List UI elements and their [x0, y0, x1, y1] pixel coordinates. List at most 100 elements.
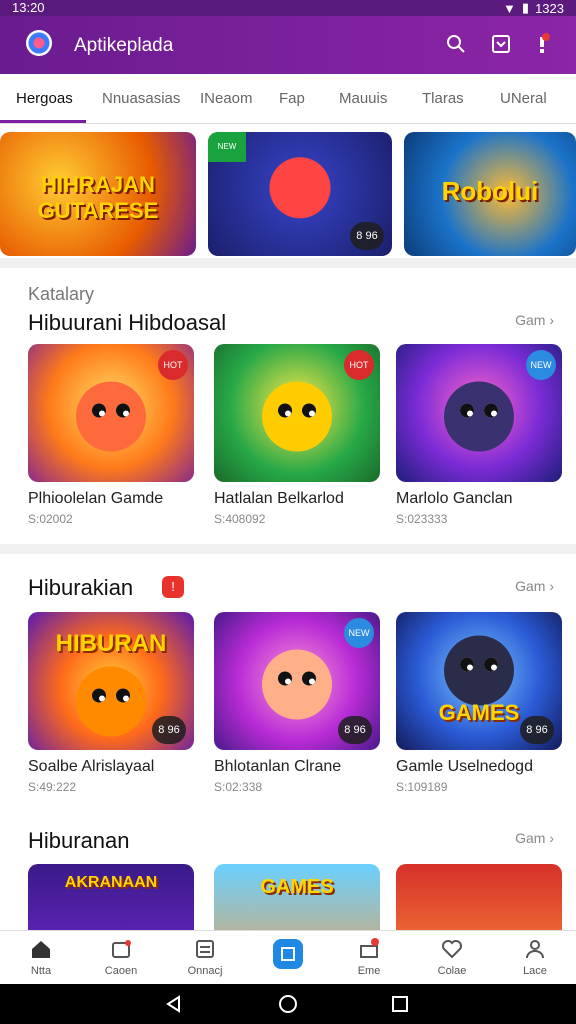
category-tabs: Hergoas Nnuasasias INeaom Fap Mauuis Tla… [0, 74, 576, 124]
game-price: S:408092 [214, 512, 266, 526]
box-icon [109, 937, 133, 961]
home-icon [29, 937, 53, 961]
heart-icon [440, 937, 464, 961]
subcategory-label: Katalary [28, 284, 95, 304]
game-thumbnail: NEW [396, 344, 562, 482]
game-card[interactable]: HOT Plhioolelan Gamde S:02002 [28, 344, 194, 526]
featured-banner[interactable]: HIHRAJAN GUTARESE [0, 132, 196, 256]
section-more-link[interactable]: Gam › [515, 312, 554, 328]
search-icon[interactable] [444, 32, 468, 56]
section-more-link[interactable]: Gam › [515, 578, 554, 594]
game-name: Soalbe Alrislayaal [28, 758, 155, 775]
game-name: Plhioolelan Gamde [28, 490, 164, 507]
game-name: Gamle Uselnedogd [396, 758, 533, 775]
new-tag: NEW [344, 618, 374, 648]
game-card[interactable]: NEW 8 96 Bhlotanlan Clrane S:02:338 [214, 612, 380, 794]
home-circle-icon[interactable] [278, 994, 298, 1014]
game-price: S:109189 [396, 780, 448, 794]
hot-badge-icon: ! [162, 576, 184, 598]
character-icon [262, 649, 332, 720]
nav-label: Eme [357, 965, 381, 977]
chevron-right-icon: › [549, 830, 554, 846]
section-title: Hibuurani Hibdoasal [28, 310, 227, 335]
notification-icon[interactable] [530, 32, 554, 56]
game-card[interactable] [396, 864, 562, 930]
status-icons: ▼ ▮ 1323 [503, 0, 564, 16]
nav-apps[interactable] [253, 937, 323, 973]
banner-title: Robolui [441, 176, 539, 206]
app-logo-icon [26, 30, 52, 56]
game-price: S:49:222 [28, 780, 77, 794]
character-icon [76, 381, 146, 452]
game-thumbnail: GAMES 8 96 [396, 612, 562, 750]
thumbnail-title: HIBURAN [55, 630, 167, 657]
status-time: 13:20 [12, 0, 45, 15]
game-price: S:023333 [396, 512, 448, 526]
back-icon[interactable] [164, 994, 184, 1014]
thumbnail-title: GAMES [260, 876, 334, 898]
game-card[interactable]: HIBURAN 8 96 Soalbe Alrislayaal S:49:222 [28, 612, 194, 794]
hot-tag: HOT [158, 350, 188, 380]
character-icon [444, 381, 514, 452]
download-box-icon[interactable] [489, 32, 513, 56]
game-card[interactable]: AKRANAAN [28, 864, 194, 930]
tab-tlaras[interactable]: Tlaras [422, 90, 464, 107]
apps-icon [273, 939, 303, 969]
tab-uneral[interactable]: UNeral [500, 90, 547, 107]
tab-mauuis[interactable]: Mauuis [339, 90, 387, 107]
bottom-navigation: Ntta Caoen Onnacj Eme Colae Lace [0, 930, 576, 984]
game-thumbnail: GAMES [214, 864, 380, 930]
section-title: Hiburanan [28, 828, 130, 853]
banner-title: HIHRAJAN GUTARESE [37, 172, 159, 223]
nav-profile[interactable]: Lace [500, 937, 570, 977]
game-card[interactable]: GAMES [214, 864, 380, 930]
nav-label: Caoen [104, 965, 138, 977]
nav-list[interactable]: Onnacj [170, 937, 240, 977]
game-card[interactable]: GAMES 8 96 Gamle Uselnedogd S:109189 [396, 612, 562, 794]
nav-label: Lace [523, 965, 547, 977]
hot-tag: HOT [344, 350, 374, 380]
game-price: S:02002 [28, 512, 73, 526]
nav-gift[interactable]: Eme [334, 937, 404, 977]
game-thumbnail: HOT [28, 344, 194, 482]
featured-banner[interactable]: Robolui [404, 132, 576, 256]
recents-icon[interactable] [390, 994, 410, 1014]
app-bar: Aptikeplada [0, 16, 576, 74]
chevron-right-icon: › [549, 312, 554, 328]
tab-nnuasasias[interactable]: Nnuasasias [102, 90, 180, 107]
active-tab-indicator [0, 120, 86, 123]
nav-home[interactable]: Ntta [6, 937, 76, 977]
nav-label: Onnacj [187, 965, 223, 977]
featured-banner-carousel: HIHRAJAN GUTARESE NEW 8 96 Robolui [0, 132, 576, 258]
list-icon [193, 937, 217, 961]
more-label: Gam [515, 830, 546, 846]
system-navigation-bar [0, 984, 576, 1024]
app-title: Aptikeplada [74, 35, 174, 56]
tab-fap[interactable]: Fap [279, 90, 305, 107]
rating-badge: 8 96 [338, 716, 372, 744]
rating-badge: 8 96 [350, 222, 384, 250]
game-card[interactable]: HOT Hatlalan Belkarlod S:408092 [214, 344, 380, 526]
character-icon [444, 635, 514, 706]
game-card[interactable]: NEW Marlolo Ganclan S:023333 [396, 344, 562, 526]
chevron-right-icon: › [549, 578, 554, 594]
character-icon [76, 666, 146, 737]
game-name: Marlolo Ganclan [396, 490, 513, 507]
status-bar: 13:20 ▼ ▮ 1323 [0, 0, 576, 16]
nav-favorites[interactable]: Colae [417, 937, 487, 977]
featured-banner[interactable]: NEW 8 96 [208, 132, 392, 256]
wifi-icon: ▼ [503, 0, 516, 16]
section-title: Hiburakian [28, 575, 134, 600]
game-thumbnail: HOT [214, 344, 380, 482]
tab-ineaom[interactable]: INeaom [200, 90, 253, 107]
tab-hergoas[interactable]: Hergoas [16, 90, 73, 107]
new-tag: NEW [208, 132, 246, 162]
game-name: Bhlotanlan Clrane [214, 758, 342, 775]
rating-badge: 8 96 [152, 716, 186, 744]
gift-icon [357, 937, 381, 961]
nav-label: Ntta [30, 965, 52, 977]
section-more-link[interactable]: Gam › [515, 830, 554, 846]
game-price: S:02:338 [214, 780, 263, 794]
nav-box[interactable]: Caoen [86, 937, 156, 977]
more-label: Gam [515, 312, 546, 328]
